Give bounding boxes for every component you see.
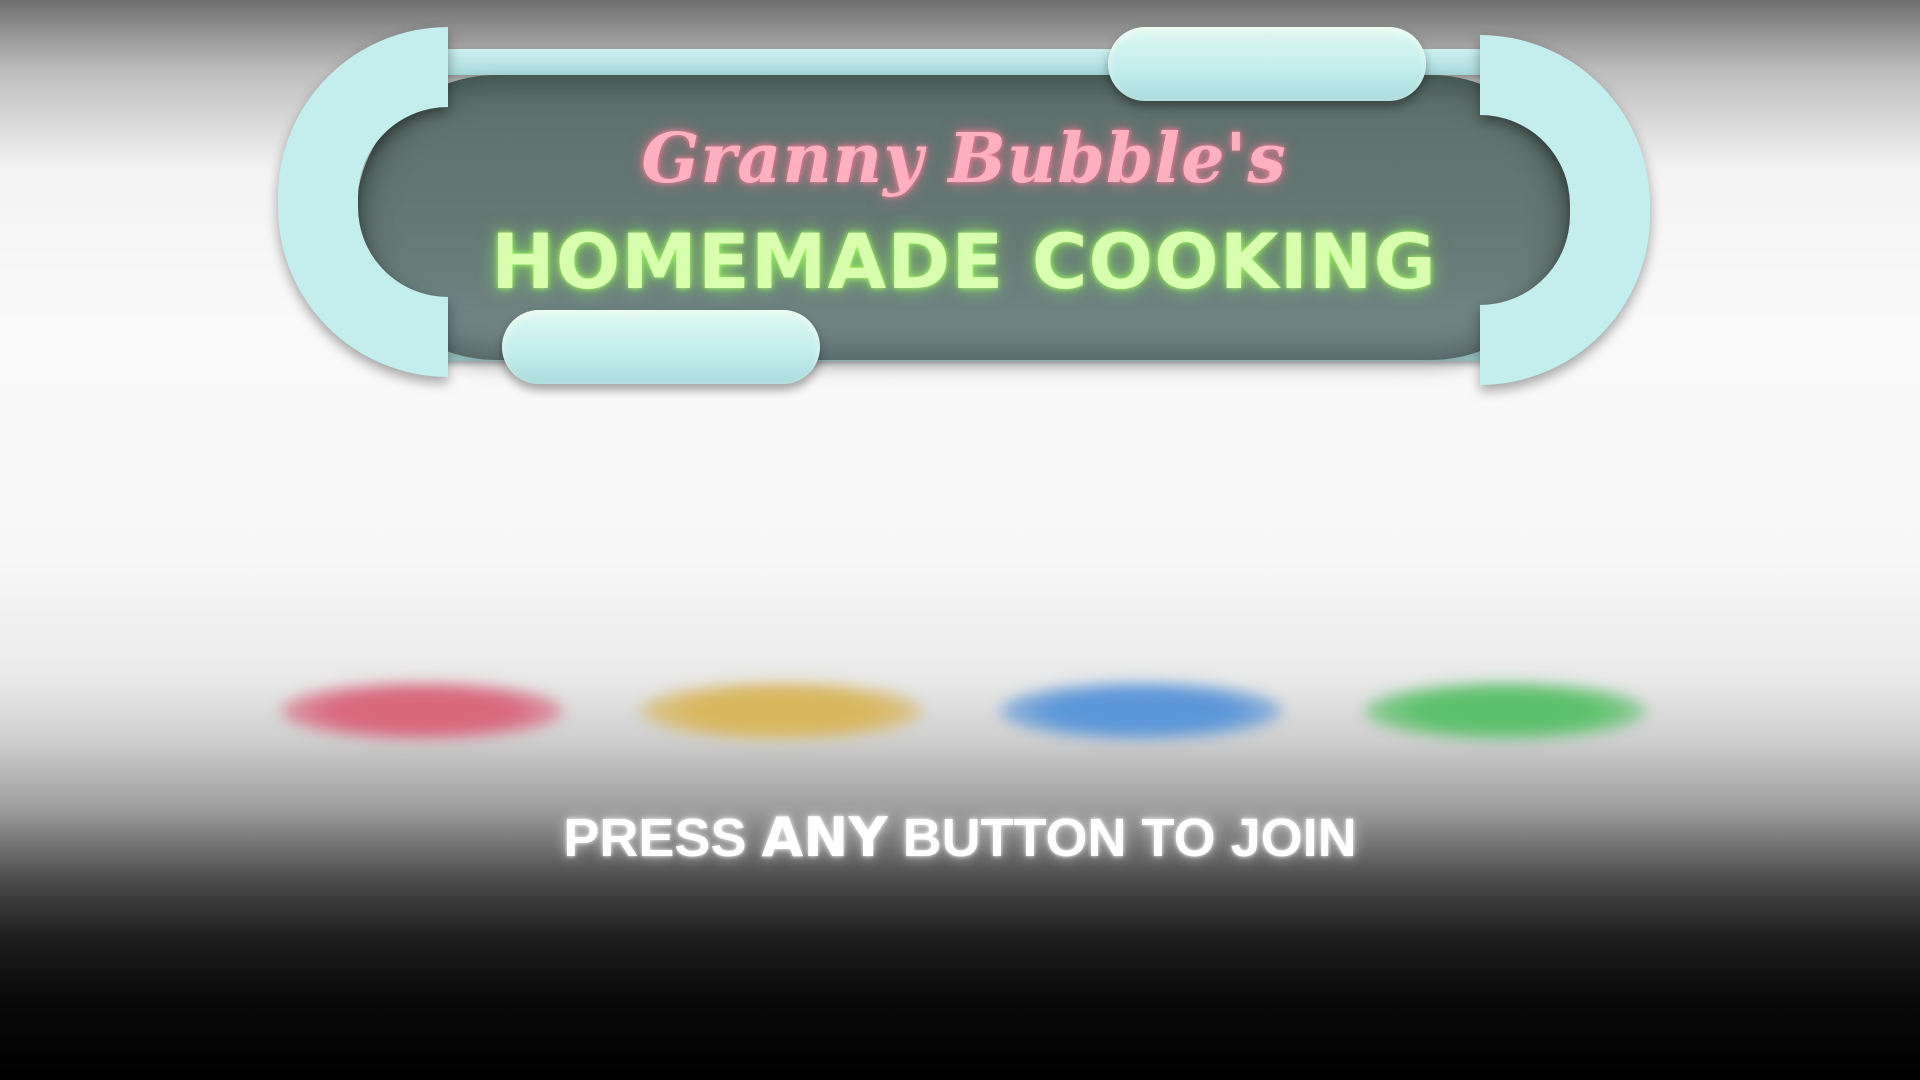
prompt-text-after: BUTTON TO JOIN <box>887 808 1357 868</box>
player-slot-4 <box>1364 682 1646 740</box>
prompt-text-before: PRESS <box>563 808 762 868</box>
player-slot-2 <box>640 682 922 740</box>
press-any-button-prompt: PRESS ANY BUTTON TO JOIN <box>0 806 1920 869</box>
prompt-text-emphasis: ANY <box>761 806 888 869</box>
sign-right-bracket <box>1480 35 1650 385</box>
sign-top-pill <box>1108 27 1426 101</box>
sign-bottom-pill <box>502 310 820 384</box>
player-slot-1 <box>281 682 563 740</box>
player-slots <box>0 670 1920 750</box>
player-slot-3 <box>1000 682 1282 740</box>
game-title-script: Granny Bubble's <box>641 119 1287 199</box>
game-title-main: HOMEMADE COOKING <box>491 217 1437 306</box>
sign-left-bracket <box>278 27 448 377</box>
title-sign: Granny Bubble's HOMEMADE COOKING <box>278 27 1650 389</box>
